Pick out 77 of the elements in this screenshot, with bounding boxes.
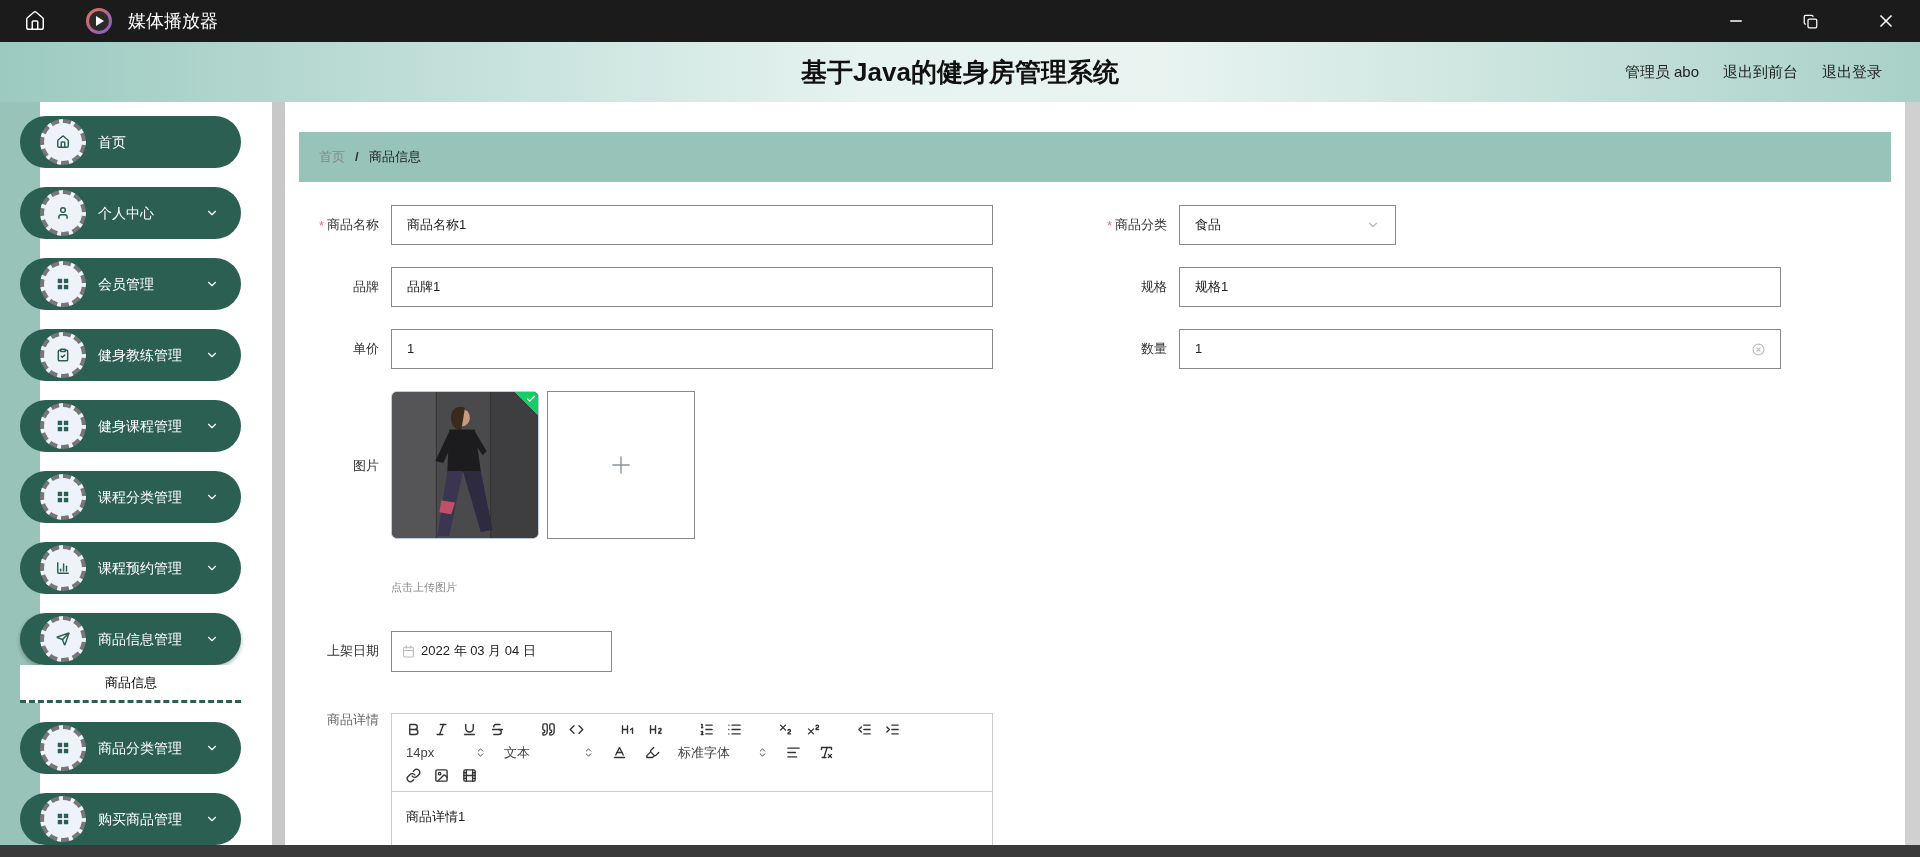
field-label: 上架日期: [327, 643, 379, 660]
submenu-item[interactable]: 商品信息: [20, 665, 241, 703]
window-title: 媒体播放器: [128, 9, 218, 33]
user-icon: [56, 206, 70, 220]
upload-button[interactable]: [547, 391, 695, 539]
required-mark: *: [1106, 219, 1112, 235]
bar-chart-icon: [56, 561, 70, 575]
play-icon: [86, 8, 112, 34]
text-field[interactable]: 1: [391, 329, 993, 369]
underline-icon[interactable]: [462, 721, 477, 737]
breadcrumb-item: 商品信息: [368, 148, 421, 167]
subscript-icon[interactable]: [778, 721, 793, 737]
grid-icon: [56, 419, 70, 433]
field-label: 数量: [1141, 342, 1167, 358]
home-icon: [56, 135, 70, 149]
sidebar-item[interactable]: 商品信息管理: [20, 613, 241, 665]
field-label: 品牌: [353, 280, 379, 296]
image-icon[interactable]: [434, 768, 449, 783]
select-field[interactable]: 食品: [1179, 205, 1396, 245]
required-mark: *: [318, 219, 324, 235]
text-field[interactable]: 1: [1179, 329, 1781, 369]
sidebar-item[interactable]: 个人中心: [20, 187, 241, 239]
toolbar-select[interactable]: 14px: [406, 742, 486, 762]
field-label: 规格: [1141, 280, 1167, 296]
quote-icon[interactable]: [541, 721, 556, 737]
sidebar-item[interactable]: 健身教练管理: [20, 329, 241, 381]
field-label: 商品分类: [1115, 218, 1167, 234]
field-label: 商品详情: [327, 712, 379, 729]
italic-icon[interactable]: [434, 721, 449, 737]
upload-hint: 点击上传图片: [391, 580, 458, 595]
sidebar-item[interactable]: 商品分类管理: [20, 722, 241, 774]
grid-icon: [56, 812, 70, 826]
grid-icon: [56, 490, 70, 504]
editor-text: 商品详情1: [406, 809, 466, 824]
strikethrough-icon[interactable]: [490, 721, 505, 737]
sidebar-item[interactable]: 健身课程管理: [20, 400, 241, 452]
text-field[interactable]: 品牌1: [391, 267, 993, 307]
header-link[interactable]: 退出登录: [1822, 60, 1882, 84]
grid-icon: [56, 277, 70, 291]
clear-format-icon[interactable]: [819, 744, 834, 760]
breadcrumb-separator: /: [355, 148, 359, 167]
field-label: 图片: [353, 459, 379, 475]
grid-icon: [56, 741, 70, 755]
toolbar-select[interactable]: 标准字体: [678, 742, 768, 762]
calendar-icon: [402, 644, 415, 658]
field-label: 单价: [353, 342, 379, 358]
date-field[interactable]: 2022 年 03 月 04 日: [391, 630, 612, 672]
sidebar-item[interactable]: 首页: [20, 116, 241, 168]
bold-icon[interactable]: [406, 721, 421, 737]
ordered-list-icon[interactable]: [699, 721, 714, 737]
video-icon[interactable]: [462, 768, 477, 783]
text-field[interactable]: 商品名称1: [391, 205, 993, 245]
superscript-icon[interactable]: [806, 721, 821, 737]
updown-icon: [475, 746, 486, 758]
sidebar-item[interactable]: 课程分类管理: [20, 471, 241, 523]
updown-icon: [757, 746, 768, 758]
restore-icon[interactable]: [1803, 13, 1818, 29]
sidebar-item[interactable]: 会员管理: [20, 258, 241, 310]
indent-icon[interactable]: [885, 721, 900, 737]
app-title: 基于Java的健身房管理系统: [801, 55, 1119, 89]
field-label: 商品名称: [327, 218, 379, 234]
align-icon[interactable]: [786, 744, 801, 760]
bullet-list-icon[interactable]: [727, 721, 742, 737]
highlight-icon[interactable]: [645, 744, 660, 760]
header-link[interactable]: 管理员 abo: [1624, 60, 1699, 84]
sidebar-item[interactable]: 课程预约管理: [20, 542, 241, 594]
sidebar-item[interactable]: 购买商品管理: [20, 793, 241, 845]
toolbar-select[interactable]: 文本: [504, 742, 594, 762]
home-icon[interactable]: [24, 10, 46, 32]
link-icon[interactable]: [406, 768, 421, 783]
paper-plane-icon: [56, 632, 70, 646]
updown-icon: [583, 746, 594, 758]
text-field[interactable]: 规格1: [1179, 267, 1781, 307]
clipboard-icon: [56, 348, 70, 362]
header-link[interactable]: 退出到前台: [1723, 60, 1798, 84]
text-color-icon[interactable]: [612, 744, 627, 760]
outdent-icon[interactable]: [857, 721, 872, 737]
